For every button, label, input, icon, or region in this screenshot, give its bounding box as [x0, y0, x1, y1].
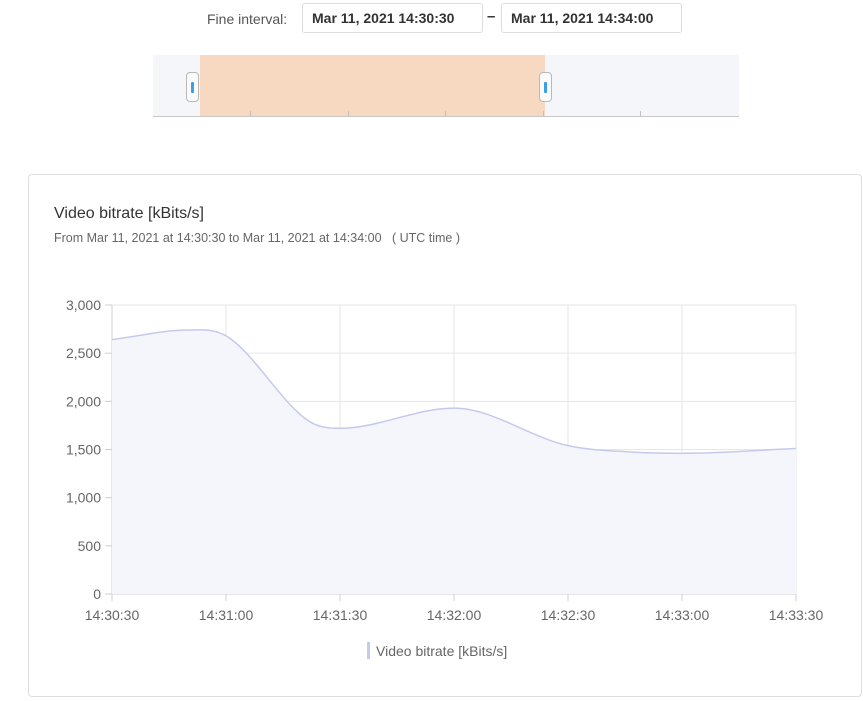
- x-tick-label: 14:32:30: [541, 607, 596, 623]
- x-tick-label: 14:31:00: [199, 607, 254, 623]
- y-tick-label: 1,500: [66, 442, 101, 458]
- range-slider-axis: [153, 116, 739, 117]
- data-point: [627, 450, 631, 454]
- x-tick-label: 14:32:00: [427, 607, 482, 623]
- interval-to-input[interactable]: Mar 11, 2021 14:34:00: [501, 3, 682, 33]
- data-point: [186, 328, 190, 332]
- x-tick-label: 14:31:30: [313, 607, 368, 623]
- data-point: [308, 420, 312, 424]
- x-tick-label: 14:30:30: [85, 607, 140, 623]
- bitrate-chart: 0 500 1,000 1,500 2,000 2,500 3,000 14:30:30 14:…: [66, 297, 824, 659]
- fine-interval-label: Fine interval:: [207, 11, 288, 27]
- y-tick-label: 1,000: [66, 490, 101, 506]
- chart-card: Video bitrate [kBits/s] From Mar 11, 202…: [28, 174, 862, 697]
- range-slider-left-handle[interactable]: [186, 72, 199, 102]
- data-point: [224, 334, 228, 338]
- legend-label: Video bitrate [kBits/s]: [376, 643, 507, 659]
- data-point: [452, 406, 456, 410]
- y-tick-label: 500: [78, 538, 102, 554]
- page: Fine interval: Mar 11, 2021 14:30:30 – M…: [0, 0, 863, 701]
- y-tick-label: 0: [93, 586, 101, 602]
- data-point: [680, 451, 684, 455]
- range-slider-right-handle[interactable]: [539, 72, 552, 102]
- range-slider[interactable]: [153, 55, 739, 117]
- data-point: [794, 447, 798, 451]
- y-tick-label: 3,000: [66, 297, 101, 313]
- range-slider-selection[interactable]: [200, 55, 545, 117]
- y-tick-label: 2,500: [66, 345, 101, 361]
- x-tick-label: 14:33:00: [655, 607, 710, 623]
- data-point: [110, 338, 114, 342]
- legend-swatch: [367, 642, 370, 659]
- x-tick-label: 14:33:30: [769, 607, 824, 623]
- data-point: [338, 426, 342, 430]
- grip-icon: [544, 82, 547, 93]
- y-tick-label: 2,000: [66, 393, 101, 409]
- grip-icon: [191, 82, 194, 93]
- interval-from-input[interactable]: Mar 11, 2021 14:30:30: [302, 3, 483, 33]
- data-point: [566, 444, 570, 448]
- interval-separator: –: [487, 8, 496, 25]
